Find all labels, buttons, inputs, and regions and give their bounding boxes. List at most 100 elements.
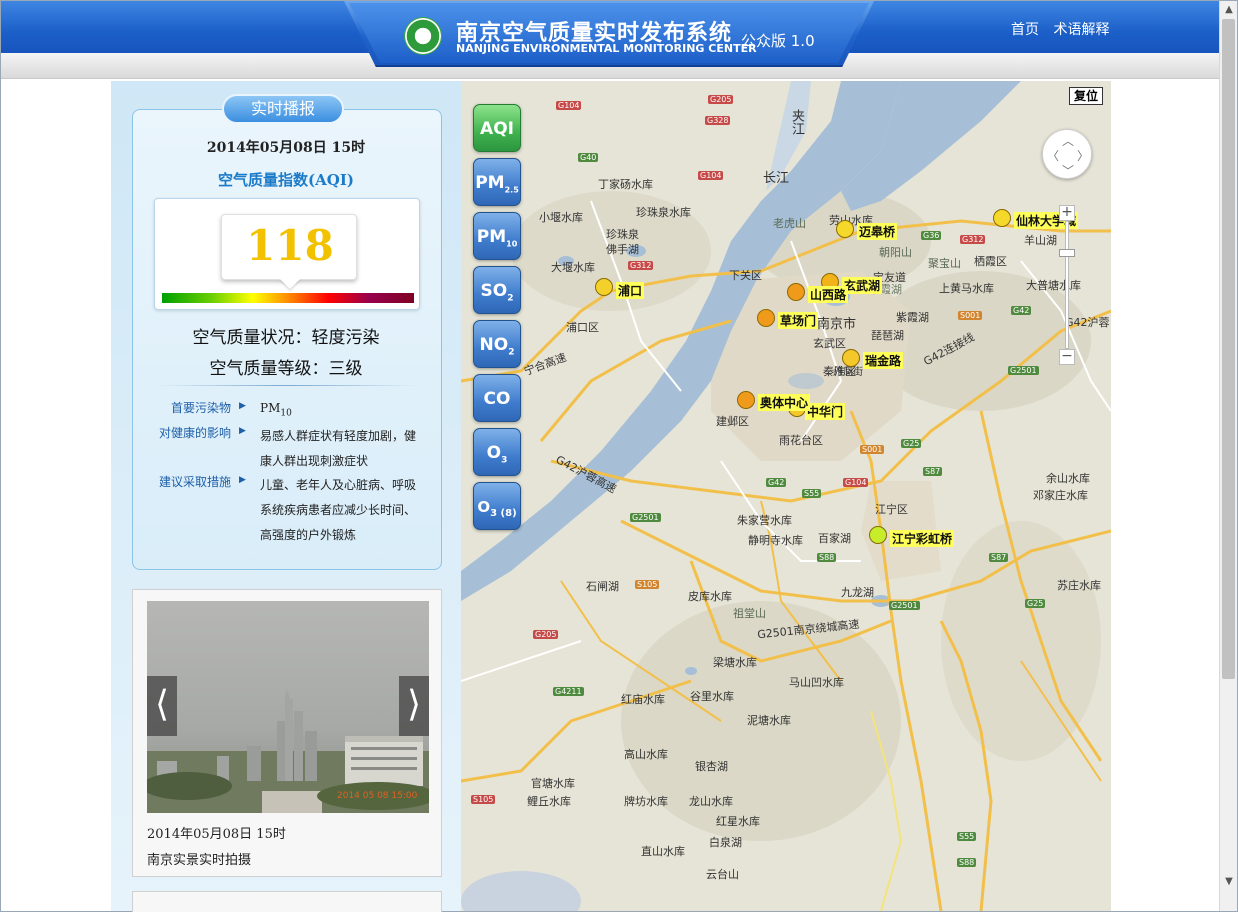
pollutant-button-no2[interactable]: NO2 — [473, 320, 521, 368]
map-place-label: 苏庄水库 — [1057, 579, 1101, 592]
aqi-color-scale — [162, 293, 414, 303]
map-place-label: 聚宝山 — [928, 257, 961, 270]
pollutant-button-pm25[interactable]: PM2.5 — [473, 158, 521, 206]
primary-pollutant-value: PM10 — [260, 399, 425, 422]
road-shield: G328 — [705, 116, 731, 125]
map-place-label: 大堰水库 — [551, 261, 595, 274]
advice-value: 儿童、老年人及心脏病、呼吸系统疾病患者应减少长时间、高强度的户外锻炼 — [260, 478, 417, 542]
station-marker-ruijinlu[interactable] — [842, 349, 860, 367]
road-shield: G40 — [578, 153, 599, 162]
road-shield: G312 — [628, 261, 654, 270]
station-label-maigaoqiao[interactable]: 迈皋桥 — [857, 223, 898, 240]
map-place-label: 栖霞区 — [974, 255, 1007, 268]
zoom-out-button[interactable]: − — [1059, 349, 1075, 365]
road-shield: G104 — [698, 171, 724, 180]
map-reset-button[interactable]: 复位 — [1069, 87, 1103, 105]
report-sidebar: 实时播报 2014年05月08日 15时 空气质量指数(AQI) 118 空气质… — [111, 81, 461, 912]
pan-down-icon[interactable]: ﹀ — [1062, 162, 1074, 179]
map-pan-control[interactable]: ︿ ﹀ 〈 〉 — [1042, 129, 1092, 179]
city-photo: 2014 05 08 15:00 ⟨ ⟩ — [147, 601, 429, 813]
station-label-aotizhongxin[interactable]: 奥体中心 — [758, 394, 811, 411]
map-place-label: 长江 — [763, 171, 790, 186]
station-label-zhonghuamen[interactable]: 中华门 — [805, 403, 846, 420]
map-place-label: 云台山 — [706, 868, 739, 881]
map-place-label: 江宁区 — [875, 503, 908, 516]
road-shield: S87 — [989, 553, 1009, 562]
pollutant-button-o3[interactable]: O3 — [473, 428, 521, 476]
station-label-pukou[interactable]: 浦口 — [616, 282, 645, 299]
map-place-label: 红星水库 — [716, 815, 760, 828]
station-label-ruijinlu[interactable]: 瑞金路 — [863, 352, 904, 369]
primary-pollutant-name: PM — [260, 401, 281, 415]
station-marker-aotizhongxin[interactable] — [737, 391, 755, 409]
road-shield: G104 — [556, 101, 582, 110]
air-quality-map[interactable]: 丁家砀水库 小堰水库 珍珠泉水库 珍珠泉 佛手湖 大堰水库 浦口区 宁合高速 长… — [461, 81, 1111, 911]
map-place-label: 高山水库 — [624, 748, 668, 761]
page-scrollbar[interactable]: ▲ ▼ — [1219, 1, 1237, 911]
air-quality-status: 空气质量状况：轻度污染 — [192, 328, 380, 348]
pan-up-icon[interactable]: ︿ — [1062, 132, 1074, 149]
map-place-label: 梁塘水库 — [713, 656, 757, 669]
pollutant-button-label: AQI — [480, 119, 514, 139]
scroll-down-arrow-icon[interactable]: ▼ — [1220, 873, 1238, 891]
map-place-label: 珍珠泉 — [606, 228, 639, 241]
arrow-right-icon: ▶ — [239, 401, 246, 411]
map-place-label: 泥塘水库 — [747, 714, 791, 727]
station-marker-caochangmen[interactable] — [757, 309, 775, 327]
pollutant-button-o3-8h[interactable]: O3 (8) — [473, 482, 521, 530]
zoom-in-button[interactable]: + — [1059, 205, 1075, 221]
map-place-label: 九龙湖 — [841, 586, 874, 599]
photo-next-button[interactable]: ⟩ — [399, 676, 429, 736]
photo-prev-button[interactable]: ⟨ — [147, 676, 177, 736]
pan-right-icon[interactable]: 〉 — [1077, 147, 1089, 164]
station-marker-xianlin[interactable] — [993, 209, 1011, 227]
road-shield: G205 — [533, 630, 559, 639]
pan-left-icon[interactable]: 〈 — [1047, 147, 1059, 164]
map-place-label: 红庙水库 — [621, 693, 665, 706]
road-shield: G205 — [708, 95, 734, 104]
scroll-up-arrow-icon[interactable]: ▲ — [1220, 1, 1238, 19]
station-label-jiangning[interactable]: 江宁彩虹桥 — [890, 530, 955, 547]
road-shield: G25 — [1025, 599, 1046, 608]
pollutant-button-co[interactable]: CO — [473, 374, 521, 422]
health-impact-value: 易感人群症状有轻度加剧，健康人群出现刺激症状 — [260, 429, 417, 468]
site-version: 公众版 1.0 — [741, 32, 815, 50]
pollutant-button-aqi[interactable]: AQI — [473, 104, 521, 152]
info-divider — [156, 385, 418, 386]
photo-timestamp: 2014 05 08 15:00 — [337, 791, 418, 801]
station-label-caochangmen[interactable]: 草场门 — [778, 312, 819, 329]
map-place-label: 大普塘水库 — [1026, 279, 1081, 292]
aqi-bubble: 118 — [221, 214, 357, 280]
pollutant-button-pm10[interactable]: PM10 — [473, 212, 521, 260]
map-place-label: 朝阳山 — [879, 246, 912, 259]
road-shield: G312 — [960, 235, 986, 244]
zoom-slider-handle[interactable] — [1059, 249, 1075, 257]
nav-glossary-link[interactable]: 术语解释 — [1053, 22, 1109, 38]
pollutant-button-subscript: 2 — [507, 293, 514, 304]
station-marker-shanxilu[interactable] — [787, 283, 805, 301]
map-place-label: 浦口区 — [566, 321, 599, 334]
pollutant-button-label: PM — [476, 227, 507, 247]
station-label-shanxilu[interactable]: 山西路 — [808, 286, 849, 303]
scroll-thumb[interactable] — [1222, 19, 1235, 679]
zoom-slider-track[interactable] — [1065, 221, 1069, 349]
pollutant-button-subscript: 2 — [508, 347, 515, 358]
map-place-label: 玄武区 — [813, 337, 846, 350]
pollutant-button-label: PM — [475, 173, 505, 193]
station-marker-maigaoqiao[interactable] — [836, 220, 854, 238]
station-marker-jiangning[interactable] — [869, 526, 887, 544]
map-place-label: 下关区 — [729, 269, 762, 282]
road-shield: G42 — [766, 478, 787, 487]
road-shield: G25 — [901, 439, 922, 448]
road-shield: G104 — [843, 478, 869, 487]
map-place-label: 余山水库 — [1046, 472, 1090, 485]
pollutant-button-subscript: 3 (8) — [490, 508, 517, 519]
pollutant-button-so2[interactable]: SO2 — [473, 266, 521, 314]
station-marker-pukou[interactable] — [595, 278, 613, 296]
nav-home-link[interactable]: 首页 — [1011, 22, 1039, 38]
road-shield: S55 — [802, 489, 822, 498]
road-shield: G2501 — [630, 513, 661, 522]
map-place-label: 朱家营水库 — [737, 514, 792, 527]
map-place-label: 老虎山 — [773, 217, 806, 230]
map-place-label: 银杏湖 — [695, 760, 728, 773]
